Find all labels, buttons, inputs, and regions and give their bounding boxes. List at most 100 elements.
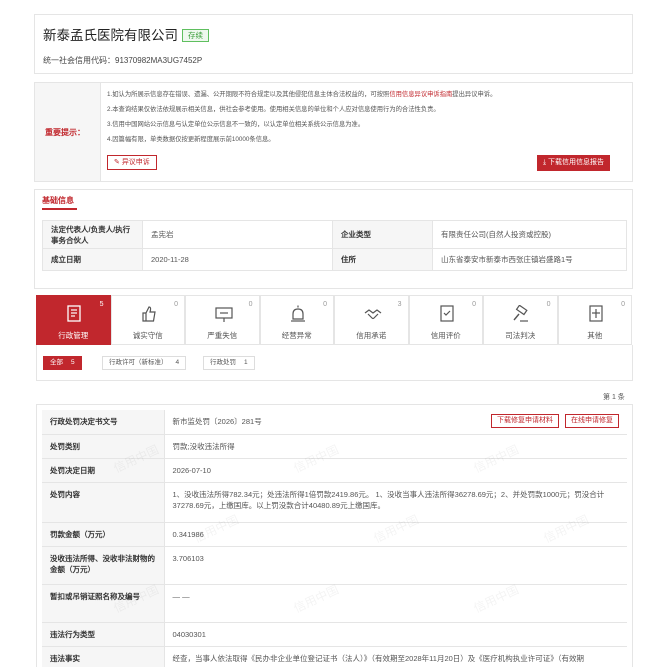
violation-type-value: 04030301	[164, 622, 627, 647]
address-value: 山东省泰安市新泰市西张庄镇岩盛路1号	[432, 248, 627, 271]
notice-label: 重要提示：	[45, 128, 85, 137]
penalty-content-value: 1、没收违法所得782.34元；处违法所得1倍罚款2419.86元。 1、没收当…	[164, 482, 627, 523]
basic-info-box: 基础信息 法定代表人/负责人/执行事务合伙人 孟宪岩 企业类型 有限责任公司(自…	[34, 189, 633, 289]
penalty-detail-panel: 行政处罚决定书文号 新市监处罚〔2026〕281号 下载修复申请材料 在线申请修复…	[36, 404, 633, 667]
thumbs-up-icon	[141, 306, 156, 322]
notice-line-4: 4.因篇幅有限，单类数据仅按更新程度展示前10000条信息。	[107, 136, 275, 143]
confiscation-label: 没收违法所得、没收非法财物的金额（万元）	[42, 546, 165, 585]
tab-count: 0	[323, 301, 327, 308]
online-repair-button[interactable]: 在线申请修复	[565, 414, 619, 428]
table-row: 违法行为类型 04030301	[42, 622, 627, 647]
founded-date-value: 2020-11-28	[142, 248, 333, 271]
tab-count: 0	[546, 301, 551, 308]
legal-rep-value: 孟宪岩	[142, 220, 333, 249]
founded-date-label: 成立日期	[42, 248, 143, 271]
filter-count: 1	[244, 359, 248, 366]
other-doc-icon	[588, 305, 603, 322]
legal-rep-label: 法定代表人/负责人/执行事务合伙人	[42, 220, 143, 249]
tab-serious-dishonesty[interactable]: 0 严重失信	[185, 295, 260, 345]
penalty-content-label: 处罚内容	[42, 482, 165, 523]
tab-admin-management[interactable]: 5 行政管理	[36, 295, 111, 345]
confiscation-value: 3.706103	[164, 546, 627, 585]
address-label: 住所	[332, 248, 433, 271]
filter-bar: 全部 5 行政许可（新标准） 4 行政处罚 1	[36, 345, 633, 381]
status-badge: 存续	[182, 29, 209, 42]
violation-facts-label: 违法事实	[42, 646, 165, 667]
admin-doc-icon	[67, 305, 81, 322]
table-row: 处罚类别 罚款;没收违法所得	[42, 434, 627, 459]
tab-label: 经营异常	[281, 331, 312, 340]
company-header: 新泰孟氏医院有限公司 存续 统一社会信用代码：91370982MA3UG7452…	[34, 14, 633, 74]
violation-facts-value: 经查，当事人依法取得《民办非企业单位登记证书（法人）》（有效期至2028年11月…	[164, 646, 627, 667]
fine-amount-label: 罚款金额（万元）	[42, 522, 165, 547]
company-name: 新泰孟氏医院有限公司	[43, 28, 178, 43]
pen-icon: ✎	[114, 159, 122, 166]
license-value: — —	[164, 584, 627, 623]
penalty-detail-table: 行政处罚决定书文号 新市监处罚〔2026〕281号 下载修复申请材料 在线申请修复…	[42, 410, 627, 667]
handshake-icon	[364, 309, 382, 320]
table-row: 成立日期 2020-11-28 住所 山东省泰安市新泰市西张庄镇岩盛路1号	[42, 248, 627, 271]
basic-info-title: 基础信息	[42, 196, 74, 205]
category-label: 处罚类别	[42, 434, 165, 459]
tab-label: 信用承诺	[356, 331, 387, 340]
basic-info-table: 法定代表人/负责人/执行事务合伙人 孟宪岩 企业类型 有限责任公司(自然人投资或…	[42, 220, 627, 271]
download-repair-materials-button[interactable]: 下载修复申请材料	[491, 414, 559, 428]
table-row: 违法事实 经查，当事人依法取得《民办非企业单位登记证书（法人）》（有效期至202…	[42, 646, 627, 667]
tab-label: 信用评价	[430, 331, 461, 340]
filter-count: 5	[71, 359, 75, 366]
filter-admin-penalty[interactable]: 行政处罚 1	[203, 356, 255, 370]
decision-date-label: 处罚决定日期	[42, 458, 165, 483]
company-type-value: 有限责任公司(自然人投资或控股)	[432, 220, 627, 249]
rating-doc-icon	[439, 305, 454, 322]
basic-info-underline	[42, 208, 77, 210]
tab-count: 3	[397, 301, 402, 308]
tab-integrity[interactable]: 0 诚实守信	[110, 295, 185, 345]
page-indicator: 第 1 条	[603, 394, 625, 401]
tab-label: 严重失信	[207, 331, 238, 340]
tab-credit-rating[interactable]: 0 信用评价	[408, 295, 483, 345]
license-label: 暂扣或吊销证照名称及编号	[42, 584, 165, 623]
doc-no-value: 新市监处罚〔2026〕281号	[172, 417, 262, 426]
table-row: 罚款金额（万元） 0.341986	[42, 522, 627, 547]
notice-label-cell: 重要提示：	[35, 83, 101, 181]
tab-label: 诚实守信	[132, 331, 163, 340]
tab-count: 5	[99, 301, 104, 308]
filter-all[interactable]: 全部 5	[43, 356, 82, 370]
category-tab-bar: 5 行政管理 0 诚实守信 0 严重失信 0 经营异常 3 信用承诺 0 信用评…	[36, 295, 633, 345]
doc-no-label: 行政处罚决定书文号	[42, 410, 165, 435]
table-row: 暂扣或吊销证照名称及编号 — —	[42, 584, 627, 623]
tab-count: 0	[248, 301, 253, 308]
alarm-light-icon	[290, 305, 305, 322]
credit-code-value: 91370982MA3UG7452P	[115, 56, 203, 65]
warning-sign-icon	[215, 307, 233, 322]
filter-count: 4	[175, 359, 180, 366]
filter-admin-license[interactable]: 行政许可（新标准） 4	[102, 356, 187, 370]
gavel-icon	[513, 305, 528, 322]
appeal-guide-link[interactable]: 信用信息异议申诉指南	[389, 91, 452, 98]
table-row: 没收违法所得、没收非法财物的金额（万元） 3.706103	[42, 546, 627, 585]
notice-line-2: 2.本查询结果仅依法依规展示相关信息，供社会参考使用。使用相关信息的单位和个人应…	[107, 106, 440, 113]
doc-no-cell: 新市监处罚〔2026〕281号 下载修复申请材料 在线申请修复	[164, 410, 627, 435]
table-row: 行政处罚决定书文号 新市监处罚〔2026〕281号 下载修复申请材料 在线申请修复	[42, 410, 627, 435]
violation-type-label: 违法行为类型	[42, 622, 165, 647]
tab-other[interactable]: 0 其他	[557, 295, 632, 345]
table-row: 法定代表人/负责人/执行事务合伙人 孟宪岩 企业类型 有限责任公司(自然人投资或…	[42, 220, 627, 249]
tab-label: 司法判决	[505, 331, 536, 340]
notice-line-1: 1.如认为所展示信息存在错误、遗漏、公开期限不符合规定以及其他侵犯信息主体合法权…	[107, 91, 497, 98]
objection-button[interactable]: ✎ 异议申诉	[107, 155, 157, 170]
category-value: 罚款;没收违法所得	[164, 434, 627, 459]
tab-abnormal-operation[interactable]: 0 经营异常	[259, 295, 334, 345]
company-type-label: 企业类型	[332, 220, 433, 249]
repair-actions: 下载修复申请材料 在线申请修复	[485, 414, 619, 428]
fine-amount-value: 0.341986	[164, 522, 627, 547]
tab-count: 0	[472, 301, 476, 308]
tab-count: 0	[174, 301, 178, 308]
download-report-button[interactable]: ⤓ 下载信用信息报告	[537, 155, 611, 171]
tab-label: 行政管理	[58, 331, 89, 340]
tab-count: 0	[621, 301, 625, 308]
tab-credit-commitment[interactable]: 3 信用承诺	[334, 295, 409, 345]
credit-code: 统一社会信用代码：91370982MA3UG7452P	[43, 55, 202, 66]
tab-label: 其他	[587, 331, 603, 340]
decision-date-value: 2026-07-10	[164, 458, 627, 483]
tab-judicial-judgment[interactable]: 0 司法判决	[483, 295, 558, 345]
